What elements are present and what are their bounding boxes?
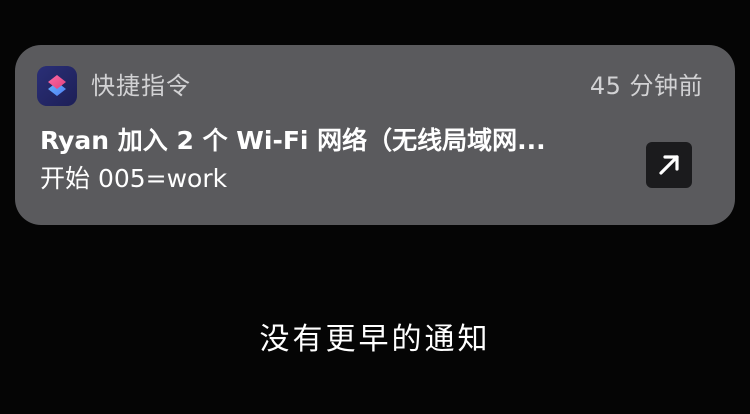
notification-title: Ryan 加入 2 个 Wi-Fi 网络（无线局域网... <box>40 126 546 155</box>
notification-card[interactable]: 快捷指令 45 分钟前 Ryan 加入 2 个 Wi-Fi 网络（无线局域网..… <box>15 45 735 225</box>
shortcuts-app-icon <box>37 66 77 106</box>
notification-timestamp: 45 分钟前 <box>589 72 703 100</box>
notification-body: 开始 005=work <box>40 164 228 193</box>
arrow-up-right-icon <box>659 155 679 175</box>
no-earlier-notifications-message: 没有更早的通知 <box>259 322 491 357</box>
app-name: 快捷指令 <box>91 72 191 100</box>
open-shortcut-button[interactable] <box>646 142 692 188</box>
